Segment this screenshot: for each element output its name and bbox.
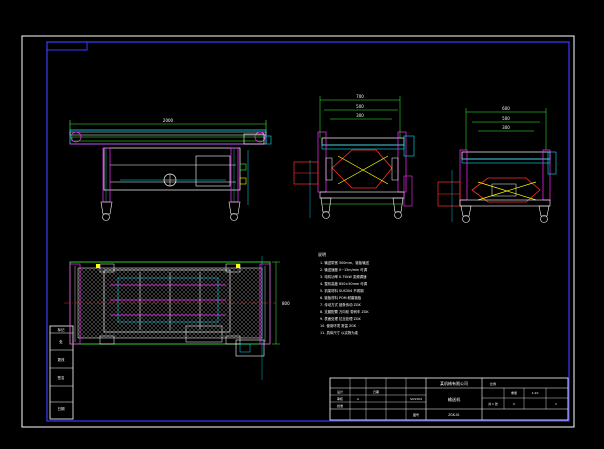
left-col-4: 签名 [58, 375, 65, 380]
end-dim-top: 600 [502, 106, 510, 111]
tb-date: 日期 [373, 389, 379, 394]
plan-dim-right: 800 [282, 301, 290, 306]
tb-checker: 审核 [337, 396, 343, 401]
note-1: 1. 输送带宽 500mm，链板输送 [320, 260, 370, 265]
left-col-3: 更改 [58, 357, 65, 362]
side-dim-top: 700 [356, 94, 364, 99]
tb-sheet: 1 [555, 402, 557, 406]
notes-header: 说明 [318, 251, 326, 257]
tb-qty: 2 [513, 402, 515, 406]
side-dim-low: 300 [356, 113, 364, 118]
note-5: 5. 机架材料 SUS304 不锈钢 [320, 288, 364, 293]
note-3: 3. 电机功率 0.75kW 变频调速 [320, 274, 367, 279]
left-col-1: 标记 [58, 327, 65, 332]
note-9: 9. 表面处理 拉丝处理 ZGK [320, 316, 362, 321]
tb-number: ZGK-01 [448, 413, 460, 417]
note-7: 7. 传动方式 链条传动 ZGK [320, 302, 362, 307]
tb-designer: 设计 [337, 389, 343, 394]
note-8: 8. 支腿配置 万向轮 带刹车 ZGK [320, 309, 369, 314]
end-dim-low: 300 [502, 125, 510, 130]
left-col-5: 日期 [58, 406, 65, 411]
note-6: 6. 链板材料 POM 耐磨链板 [320, 295, 362, 300]
tb-sheet-label: 共 1 张 [488, 401, 498, 406]
left-col-2: 处 [59, 339, 63, 344]
tb-weight: 重量 [511, 390, 517, 395]
cad-drawing: 标记 处 更改 签名 日期 2000 700 500 300 600 500 3… [0, 0, 604, 449]
end-dim-mid: 500 [502, 116, 510, 121]
tb-approver: 批准 [337, 403, 343, 408]
background [0, 0, 604, 449]
tb-drawing-name: 输送机 [448, 396, 461, 403]
note-10: 10. 使用环境 常温 ZGK [320, 323, 357, 328]
front-dim-label: 2000 [163, 118, 174, 123]
note-11: 11. 具体尺寸 以实物为准 [320, 330, 359, 335]
tb-drawing-no: 图号 [413, 412, 419, 417]
tb-company: 某机械有限公司 [440, 380, 468, 386]
tb-scale-label: 比例 [490, 381, 496, 386]
note-2: 2. 输送速度 0~15m/min 可调 [320, 267, 368, 272]
tb-scale: 1:10 [532, 391, 539, 395]
side-dim-mid: 500 [356, 104, 364, 109]
tb-material: SUS304 [410, 397, 422, 401]
note-4: 4. 整机高度 850±50mm 可调 [320, 281, 368, 286]
